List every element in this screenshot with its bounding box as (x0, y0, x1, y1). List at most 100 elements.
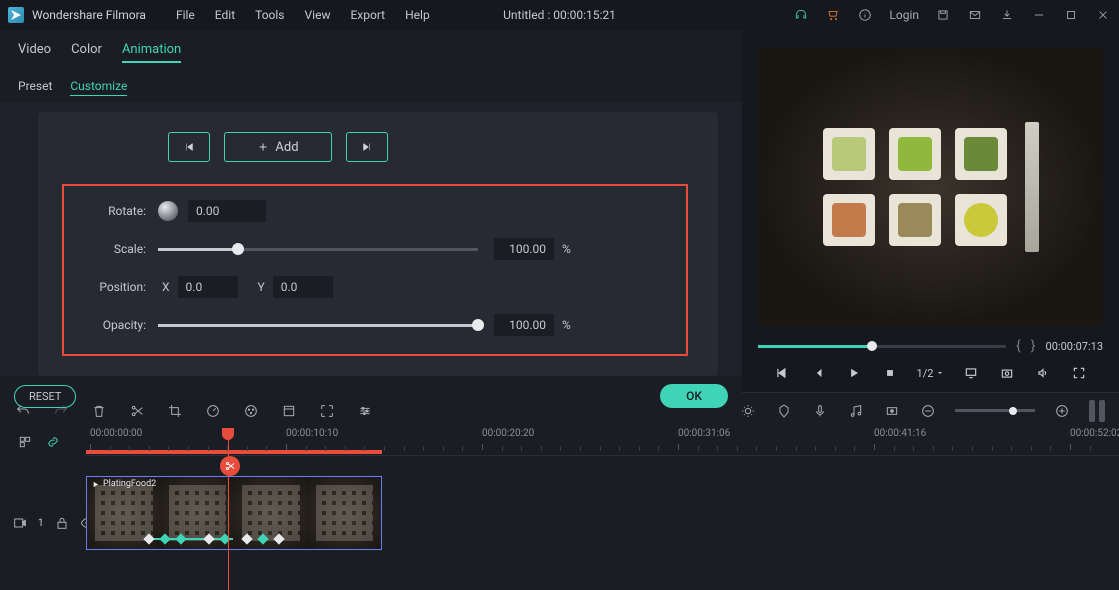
timeline-ruler[interactable]: 00:00:00:00 00:00:10:10 00:00:20:20 00:0… (86, 428, 1119, 456)
scale-input[interactable] (494, 238, 554, 260)
step-back-button[interactable] (773, 364, 791, 382)
expand-icon[interactable] (318, 402, 336, 420)
lock-icon[interactable] (54, 514, 70, 532)
ruler-tick: 00:00:00:00 (90, 428, 142, 439)
audio-icon[interactable] (847, 402, 865, 420)
zoom-slider[interactable] (955, 409, 1035, 412)
add-label: Add (275, 140, 298, 155)
info-icon[interactable] (857, 7, 873, 23)
preview-viewport[interactable] (758, 48, 1103, 326)
prev-keyframe-button[interactable] (168, 132, 210, 162)
cart-icon[interactable] (825, 7, 841, 23)
scale-label: Scale: (76, 242, 146, 256)
undo-icon[interactable] (14, 402, 32, 420)
document-title: Untitled : 00:00:15:21 (503, 8, 616, 22)
subtab-customize[interactable]: Customize (70, 77, 127, 96)
add-keyframe-button[interactable]: Add (224, 132, 332, 162)
minimize-icon[interactable] (1031, 7, 1047, 23)
preview-progress[interactable] (758, 345, 1006, 348)
preview-panel: { } 00:00:07:13 1/2 (742, 30, 1119, 392)
track-height-icon[interactable] (1089, 400, 1105, 422)
tab-animation[interactable]: Animation (122, 38, 181, 63)
snapshot-icon[interactable] (998, 364, 1016, 382)
rotate-knob[interactable] (158, 201, 178, 221)
login-link[interactable]: Login (889, 8, 919, 22)
transform-properties: Rotate: Scale: % Position: X Y (62, 184, 688, 356)
app-name: Wondershare Filmora (32, 8, 146, 22)
next-keyframe-button[interactable] (346, 132, 388, 162)
ruler-tick: 00:00:41:16 (874, 428, 926, 439)
frame-back-button[interactable] (809, 364, 827, 382)
stop-button[interactable] (881, 364, 899, 382)
rotate-label: Rotate: (76, 204, 146, 218)
redo-icon[interactable] (52, 402, 70, 420)
save-icon[interactable] (935, 7, 951, 23)
x-label: X (162, 280, 170, 294)
record-vo-icon[interactable] (811, 402, 829, 420)
close-icon[interactable] (1095, 7, 1111, 23)
titlebar: Wondershare Filmora File Edit Tools View… (0, 0, 1119, 30)
opacity-unit: % (562, 318, 571, 332)
headset-icon[interactable] (793, 7, 809, 23)
app-logo-icon (8, 7, 24, 23)
zoom-out-icon[interactable] (919, 402, 937, 420)
video-clip[interactable]: PlatingFood2 (86, 476, 382, 550)
display-icon[interactable] (962, 364, 980, 382)
settings-icon[interactable] (356, 402, 374, 420)
menu-file[interactable]: File (166, 8, 205, 22)
speed-icon[interactable] (204, 402, 222, 420)
fullscreen-icon[interactable] (1070, 364, 1088, 382)
position-y-input[interactable] (273, 276, 333, 298)
mail-icon[interactable] (967, 7, 983, 23)
zoom-in-icon[interactable] (1053, 402, 1071, 420)
download-icon[interactable] (999, 7, 1015, 23)
opacity-input[interactable] (494, 314, 554, 336)
menu-tools[interactable]: Tools (245, 8, 294, 22)
subtab-preset[interactable]: Preset (18, 77, 52, 96)
inspector-panel: Video Color Animation Preset Customize A… (0, 30, 742, 392)
timeline-menu-icon[interactable] (16, 433, 34, 451)
maximize-icon[interactable] (1063, 7, 1079, 23)
marker-icon[interactable] (775, 402, 793, 420)
playhead[interactable] (228, 428, 229, 590)
scale-slider[interactable] (158, 248, 478, 251)
opacity-label: Opacity: (76, 318, 146, 332)
ruler-tick: 00:00:31:06 (678, 428, 730, 439)
timeline: 1 00:00:00:00 00:00:10:10 00:00:20:20 00… (0, 428, 1119, 590)
tab-color[interactable]: Color (71, 38, 102, 63)
link-icon[interactable] (44, 433, 62, 451)
timeline-tracks[interactable]: 00:00:00:00 00:00:10:10 00:00:20:20 00:0… (86, 428, 1119, 590)
range-indicator (86, 450, 382, 454)
ok-button[interactable]: OK (660, 384, 728, 408)
menu-help[interactable]: Help (395, 8, 440, 22)
play-button[interactable] (845, 364, 863, 382)
menu-edit[interactable]: Edit (205, 8, 245, 22)
rotate-input[interactable] (188, 200, 266, 222)
position-label: Position: (76, 280, 146, 294)
menu-export[interactable]: Export (340, 8, 395, 22)
position-x-input[interactable] (178, 276, 238, 298)
cut-marker-icon[interactable] (220, 456, 240, 476)
opacity-slider[interactable] (158, 324, 478, 327)
ruler-tick: 00:00:52:02 (1070, 428, 1119, 439)
volume-icon[interactable] (1034, 364, 1052, 382)
delete-icon[interactable] (90, 402, 108, 420)
menu-view[interactable]: View (295, 8, 341, 22)
color-icon[interactable] (242, 402, 260, 420)
cut-icon[interactable] (128, 402, 146, 420)
playback-speed[interactable]: 1/2 (917, 367, 945, 380)
crop-icon[interactable] (166, 402, 184, 420)
mark-in-icon[interactable]: { (1016, 338, 1021, 354)
clip-label: PlatingFood2 (91, 479, 156, 489)
preview-timecode: 00:00:07:13 (1046, 340, 1103, 353)
scale-unit: % (562, 242, 571, 256)
tab-video[interactable]: Video (18, 38, 51, 63)
ruler-tick: 00:00:20:20 (482, 428, 534, 439)
mark-out-icon[interactable]: } (1031, 338, 1036, 354)
keyframe-row (87, 533, 381, 545)
keyframe-icon[interactable] (883, 402, 901, 420)
mixer-icon[interactable] (739, 402, 757, 420)
green-screen-icon[interactable] (280, 402, 298, 420)
y-label: Y (258, 280, 265, 294)
track-video-icon[interactable] (12, 514, 28, 532)
